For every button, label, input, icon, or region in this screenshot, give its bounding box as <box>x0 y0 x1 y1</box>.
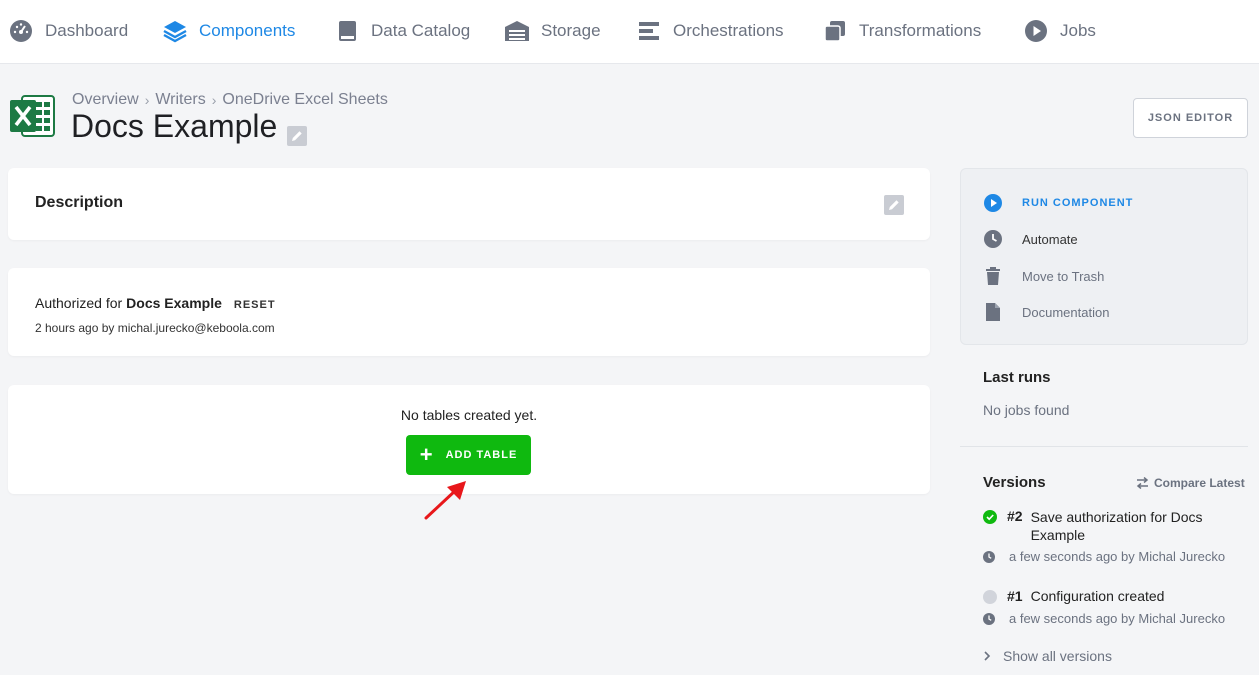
add-table-label: ADD TABLE <box>445 449 518 461</box>
book-icon <box>334 18 360 44</box>
no-tables-message: No tables created yet. <box>400 407 538 423</box>
edit-description-icon[interactable] <box>884 195 904 215</box>
nav-label: Jobs <box>1060 21 1096 40</box>
trash-icon <box>983 266 1003 286</box>
reset-authorization-button[interactable]: RESET <box>234 299 276 311</box>
page-title-row: Docs Example <box>71 108 308 146</box>
nav-item-components[interactable]: Components <box>162 17 295 45</box>
compare-arrows-icon <box>1136 477 1149 489</box>
breadcrumb-separator-icon: › <box>144 92 150 108</box>
chevron-right-icon <box>984 651 991 661</box>
sidebar-divider <box>960 446 1248 447</box>
versions-title: Versions <box>983 474 1046 491</box>
breadcrumb-separator-icon: › <box>211 92 217 108</box>
run-component-label: RUN COMPONENT <box>1022 197 1134 209</box>
nav-label: Dashboard <box>45 21 129 40</box>
nav-label: Orchestrations <box>673 21 784 40</box>
documentation-label: Documentation <box>1022 304 1110 320</box>
clock-icon <box>983 229 1003 249</box>
nav-label: Transformations <box>859 21 982 40</box>
success-check-icon <box>983 510 997 524</box>
page-title: Docs Example <box>71 108 278 144</box>
copy-icon <box>822 18 848 44</box>
breadcrumb-writers[interactable]: Writers <box>155 91 205 109</box>
nav-item-storage[interactable]: Storage <box>504 17 601 45</box>
nav-label: Data Catalog <box>371 21 471 40</box>
top-navigation: Dashboard Components Data Catalog Storag… <box>0 0 1259 64</box>
version-item[interactable]: #1 Configuration created <box>983 588 1164 604</box>
version-number: #2 <box>1007 508 1023 524</box>
description-card: Description <box>8 168 930 240</box>
authorization-card: Authorized for Docs Example RESET 2 hour… <box>8 268 930 356</box>
version-description: Save authorization for Docs Example <box>1030 509 1203 543</box>
version-meta-text: a few seconds ago by Michal Jurecko <box>1009 611 1226 626</box>
play-circle-icon <box>983 193 1003 213</box>
show-all-versions-link[interactable]: Show all versions <box>983 648 1112 664</box>
bars-icon <box>636 18 662 44</box>
version-meta: a few seconds ago by Michal Jurecko <box>983 549 1225 564</box>
version-description: Configuration created <box>1030 588 1165 604</box>
breadcrumb-overview[interactable]: Overview <box>72 91 139 109</box>
version-meta-text: a few seconds ago by Michal Jurecko <box>1009 549 1226 564</box>
plus-icon: + <box>419 442 434 467</box>
nav-label: Components <box>199 21 296 40</box>
nav-item-transformations[interactable]: Transformations <box>822 17 981 45</box>
nav-item-orchestrations[interactable]: Orchestrations <box>636 17 784 45</box>
automate-button[interactable]: Automate <box>983 229 1078 249</box>
inactive-dot-icon <box>983 590 997 604</box>
gauge-icon <box>8 18 34 44</box>
clock-icon <box>983 550 995 563</box>
excel-logo-icon <box>10 94 56 138</box>
last-runs-empty: No jobs found <box>983 402 1070 418</box>
description-title: Description <box>35 194 124 211</box>
automate-label: Automate <box>1022 231 1078 247</box>
run-component-button[interactable]: RUN COMPONENT <box>983 193 1133 213</box>
show-all-versions-label: Show all versions <box>1003 648 1112 664</box>
breadcrumb: Overview › Writers › OneDrive Excel Shee… <box>72 91 388 109</box>
documentation-link[interactable]: Documentation <box>983 302 1109 322</box>
nav-label: Storage <box>541 21 601 40</box>
warehouse-icon <box>504 18 530 44</box>
version-item[interactable]: #2 Save authorization for Docs Example <box>983 508 1223 544</box>
annotation-arrow-icon <box>424 481 466 520</box>
json-editor-button[interactable]: JSON EDITOR <box>1133 98 1248 138</box>
move-to-trash-label: Move to Trash <box>1022 268 1105 284</box>
edit-title-icon[interactable] <box>287 117 308 146</box>
last-runs-title: Last runs <box>983 369 1051 386</box>
authorization-line: Authorized for Docs Example RESET <box>35 295 276 311</box>
add-table-button[interactable]: + ADD TABLE <box>406 435 531 475</box>
authorized-account-name: Docs Example <box>126 295 222 311</box>
authorization-meta: 2 hours ago by michal.jurecko@keboola.co… <box>35 321 275 335</box>
clock-icon <box>983 612 995 625</box>
version-meta: a few seconds ago by Michal Jurecko <box>983 611 1225 626</box>
document-icon <box>983 302 1003 322</box>
nav-item-data-catalog[interactable]: Data Catalog <box>334 17 470 45</box>
move-to-trash-button[interactable]: Move to Trash <box>983 266 1104 286</box>
play-circle-icon <box>1023 18 1049 44</box>
compare-latest-label: Compare Latest <box>1154 476 1245 490</box>
nav-item-jobs[interactable]: Jobs <box>1023 17 1096 45</box>
version-number: #1 <box>1007 588 1023 604</box>
layers-icon <box>162 18 188 44</box>
breadcrumb-component[interactable]: OneDrive Excel Sheets <box>222 91 387 109</box>
compare-latest-button[interactable]: Compare Latest <box>1136 476 1245 490</box>
nav-item-dashboard[interactable]: Dashboard <box>8 17 128 45</box>
component-actions-panel: RUN COMPONENT Automate Move to Trash Doc… <box>960 168 1248 345</box>
authorized-for-label: Authorized for <box>35 295 123 311</box>
